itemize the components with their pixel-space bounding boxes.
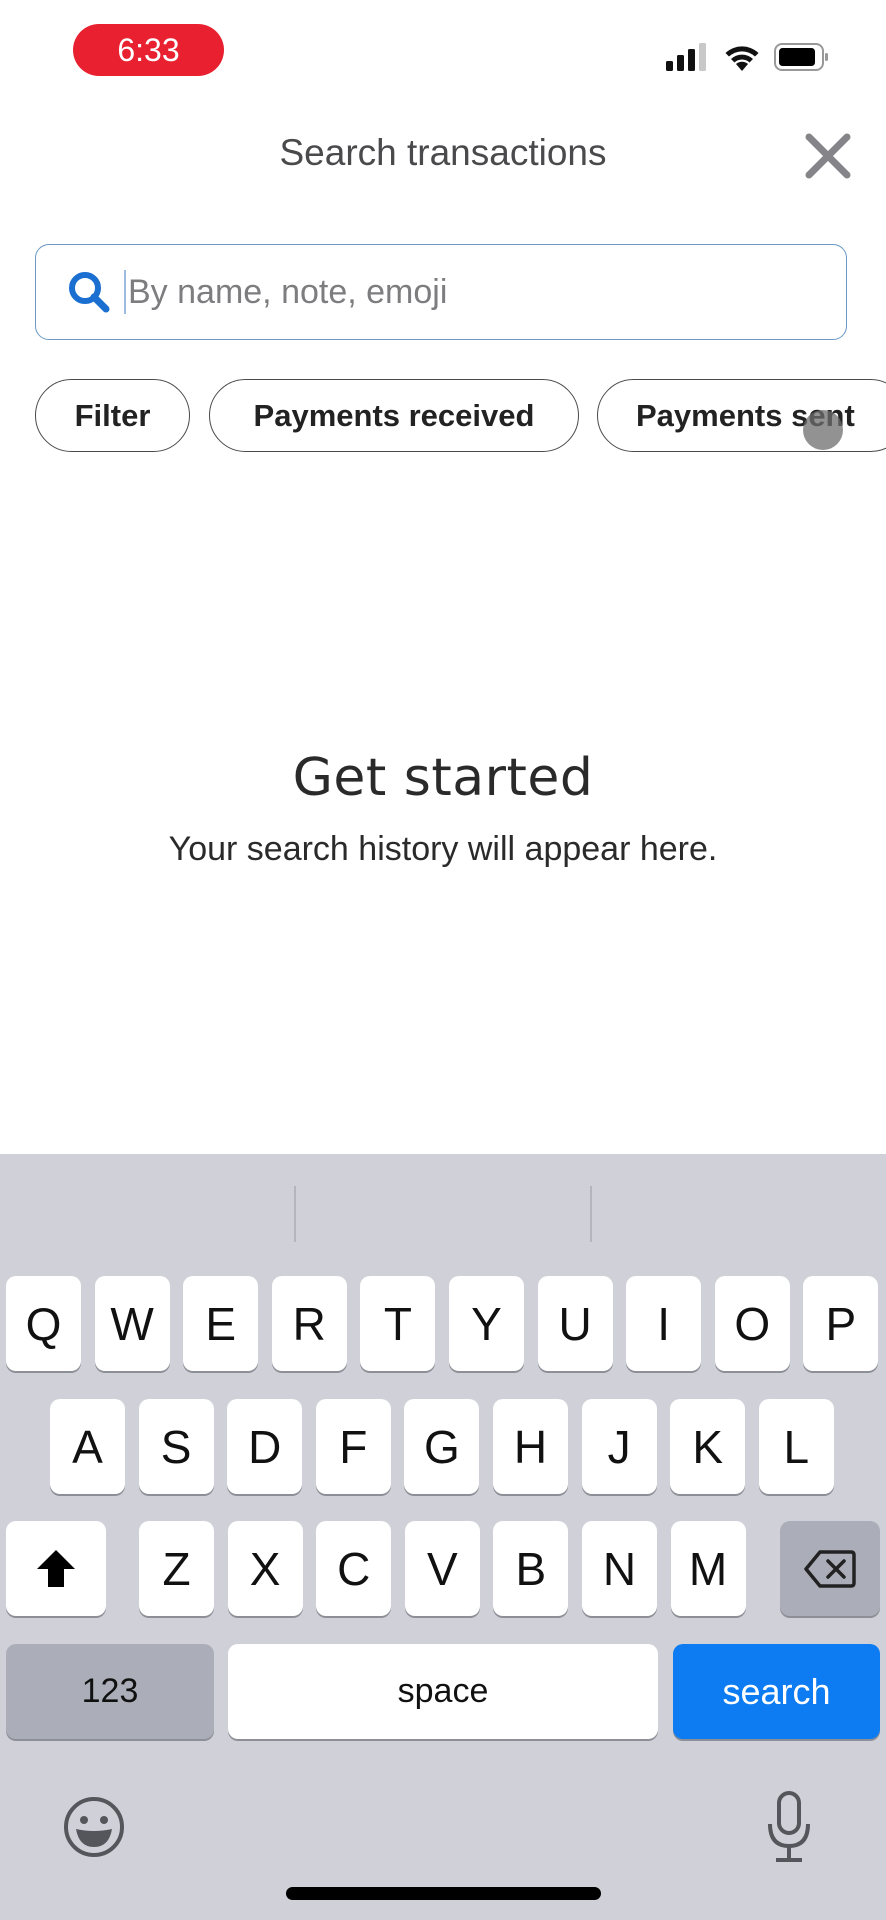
close-button[interactable]: [800, 128, 856, 184]
key-label: C: [337, 1542, 371, 1595]
numbers-key-label: 123: [81, 1672, 139, 1710]
key-i[interactable]: I: [626, 1276, 702, 1371]
payments-received-chip-label: Payments received: [253, 397, 535, 433]
shift-key[interactable]: [6, 1521, 106, 1616]
key-t[interactable]: T: [360, 1276, 436, 1371]
key-label: Z: [162, 1542, 191, 1595]
key-label: J: [607, 1420, 631, 1473]
key-label: N: [602, 1542, 637, 1595]
space-key[interactable]: space: [228, 1644, 658, 1739]
suggestion-divider: [294, 1186, 296, 1242]
suggestion-divider: [590, 1186, 592, 1242]
numbers-key[interactable]: 123: [6, 1644, 214, 1739]
space-key-label: space: [397, 1672, 489, 1710]
empty-state-subtitle: Your search history will appear here.: [168, 830, 718, 868]
key-u[interactable]: U: [537, 1276, 613, 1371]
touch-indicator: [803, 410, 843, 450]
key-r[interactable]: R: [271, 1276, 347, 1371]
key-label: T: [383, 1297, 412, 1350]
home-indicator: [286, 1887, 601, 1900]
key-label: H: [513, 1420, 548, 1473]
key-label: X: [249, 1542, 281, 1595]
key-v[interactable]: V: [404, 1521, 480, 1616]
key-m[interactable]: M: [670, 1521, 746, 1616]
empty-state-title: Get started: [292, 748, 594, 808]
shift-icon: [37, 1549, 75, 1587]
key-label: P: [825, 1297, 857, 1350]
delete-key[interactable]: [780, 1521, 880, 1616]
key-label: R: [292, 1297, 326, 1350]
key-label: Y: [471, 1297, 502, 1350]
key-label: K: [692, 1420, 724, 1473]
text-cursor: [124, 270, 126, 314]
key-label: G: [424, 1420, 460, 1473]
search-key[interactable]: search: [673, 1644, 880, 1739]
payments-received-chip[interactable]: Payments received: [209, 379, 579, 452]
key-label: O: [734, 1297, 771, 1350]
filter-chip-label: Filter: [74, 397, 151, 433]
key-b[interactable]: B: [493, 1521, 569, 1616]
key-f[interactable]: F: [315, 1399, 391, 1494]
time-text: 6:33: [117, 31, 180, 68]
keyboard: QWE R T Y U I O P A S D F GH J K L Z X C V B NM 123 space s…: [0, 1154, 886, 1920]
key-d[interactable]: D: [227, 1399, 303, 1494]
key-z[interactable]: Z: [139, 1521, 214, 1616]
key-a[interactable]: A: [50, 1399, 125, 1494]
key-label: W: [110, 1297, 154, 1350]
key-j[interactable]: J: [581, 1399, 657, 1494]
wifi-icon: [725, 46, 759, 71]
backspace-icon: [804, 1549, 856, 1588]
emoji-button[interactable]: [62, 1795, 126, 1859]
key-n[interactable]: N: [582, 1521, 657, 1616]
key-label: F: [339, 1420, 368, 1473]
key-label: S: [160, 1420, 192, 1473]
key-e[interactable]: E: [183, 1276, 259, 1371]
microphone-icon: [768, 1791, 810, 1862]
key-g[interactable]: G: [404, 1399, 480, 1494]
key-label: Q: [25, 1297, 62, 1350]
filter-chip[interactable]: Filter: [35, 379, 190, 452]
key-k[interactable]: K: [670, 1399, 746, 1494]
key-label: E: [205, 1297, 237, 1350]
key-x[interactable]: X: [227, 1521, 303, 1616]
page-title: Search transactions: [279, 132, 607, 173]
emoji-icon: [64, 1797, 124, 1857]
status-icons: [666, 42, 830, 72]
key-h[interactable]: H: [493, 1399, 568, 1494]
key-label: I: [657, 1297, 671, 1350]
key-label: L: [783, 1420, 810, 1473]
key-label: U: [558, 1297, 592, 1350]
payments-sent-chip[interactable]: Payments sent: [597, 379, 886, 452]
search-field[interactable]: [35, 244, 847, 340]
key-label: B: [515, 1542, 547, 1595]
key-c[interactable]: C: [316, 1521, 392, 1616]
status-time: 6:33: [73, 24, 224, 76]
key-w[interactable]: W: [94, 1276, 170, 1371]
search-key-label: search: [722, 1670, 831, 1712]
key-label: V: [426, 1542, 458, 1595]
key-label: M: [688, 1542, 728, 1595]
search-input[interactable]: [128, 272, 788, 312]
key-label: D: [248, 1420, 282, 1473]
key-p[interactable]: P: [803, 1276, 879, 1371]
search-icon: [69, 272, 110, 313]
key-q[interactable]: Q: [6, 1276, 81, 1371]
key-y[interactable]: Y: [449, 1276, 524, 1371]
key-o[interactable]: O: [714, 1276, 790, 1371]
cellular-signal-icon: [666, 43, 706, 71]
close-icon: [805, 133, 851, 179]
microphone-button[interactable]: [766, 1790, 812, 1864]
key-label: A: [72, 1420, 103, 1473]
battery-icon: [774, 43, 828, 71]
key-l[interactable]: L: [758, 1399, 834, 1494]
key-s[interactable]: S: [138, 1399, 214, 1494]
